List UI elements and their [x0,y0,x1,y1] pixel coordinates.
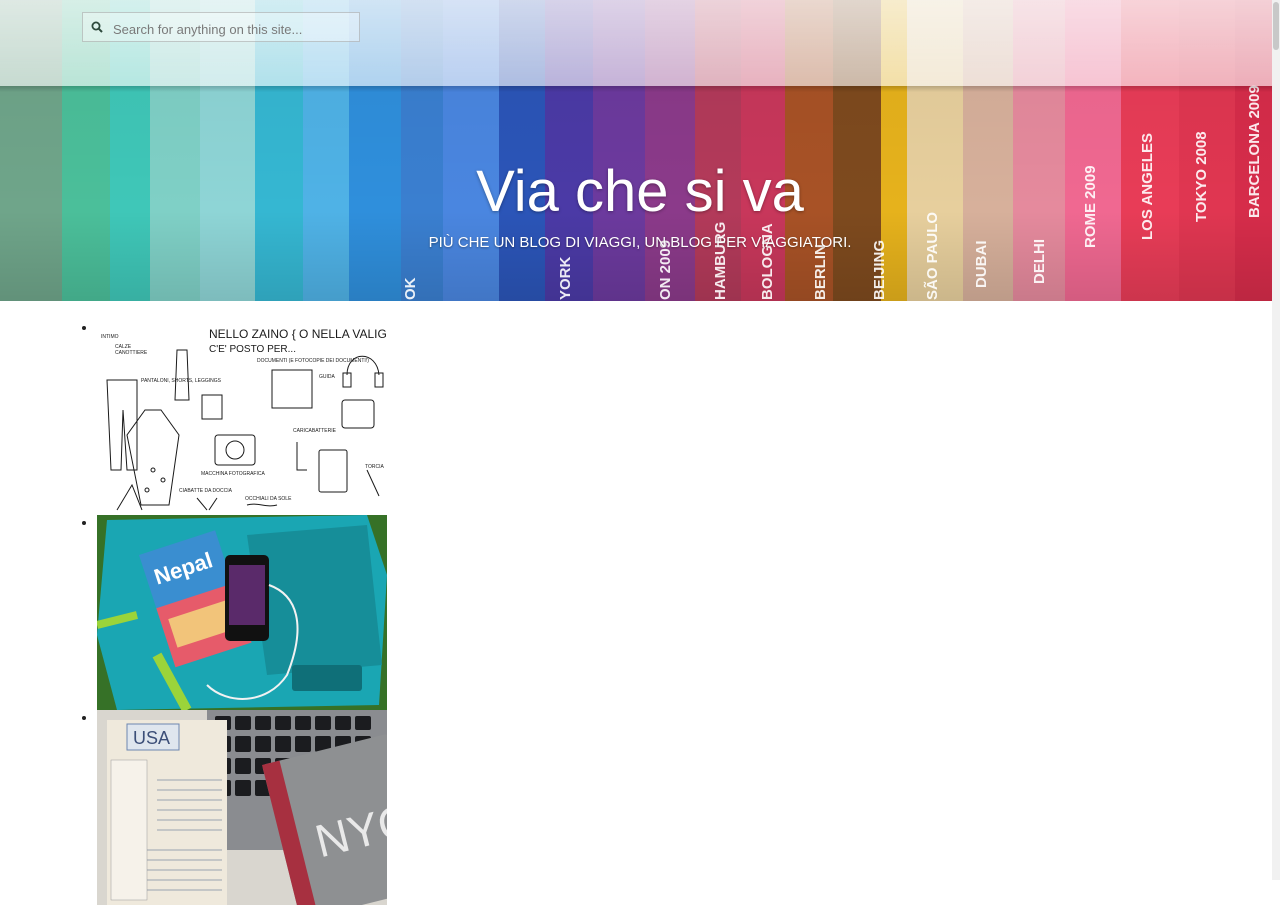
post-thumbnail-list: NELLO ZAINO { O NELLA VALIGIA } C'E' POS… [0,320,387,905]
sketch-label: DOCUMENTI (E FOTOCOPIE DEI DOCUMENTI!) [257,358,369,364]
top-bar-shadow [0,86,1280,92]
list-item: NELLO ZAINO { O NELLA VALIGIA } C'E' POS… [97,320,387,515]
site-title[interactable]: Via che si va [0,157,1280,227]
sketch-sub: C'E' POSTO PER... [209,344,296,355]
laptop-usa-nyc-image[interactable]: USA NYC [97,710,387,905]
sketch-label: CARICABATTERIE [293,428,337,434]
packing-sketch-image[interactable]: NELLO ZAINO { O NELLA VALIGIA } C'E' POS… [97,320,387,515]
list-item: Nepal [97,515,387,710]
search-input[interactable] [111,17,355,41]
hero-banner: OK YORK ON 2009 HAMBURG BOLOGNA BERLIN B… [0,0,1280,301]
sketch-label: GUIDA [319,374,336,380]
list-item: USA NYC [97,710,387,905]
sketch-label: PANTALONI, SHORTS, LEGGINGS [141,378,222,384]
search-icon [91,21,103,33]
search-box[interactable] [82,12,360,42]
sketch-label: CIABATTE DA DOCCIA [179,488,233,494]
page-scrollbar[interactable] [1272,0,1280,880]
sketch-label: INTIMO [101,334,119,340]
sketch-label: TORCIA [365,464,384,470]
sketch-label: OCCHIALI DA SOLE [245,496,292,502]
notebook-label: USA [133,728,170,748]
scrollbar-thumb[interactable] [1273,2,1279,50]
spine-label: YORK [557,256,574,300]
spine-label: BERLIN [812,244,829,300]
sketch-heading: NELLO ZAINO { O NELLA VALIGIA } [209,327,387,341]
sketch-label: CANOTTIERE [115,350,148,356]
site-tagline: PIÙ CHE UN BLOG DI VIAGGI, UN BLOG PER V… [428,234,852,251]
spine-label: OK [402,277,419,300]
sketch-label: MACCHINA FOTOGRAFICA [201,471,265,477]
backpack-nepal-image[interactable]: Nepal [97,515,387,710]
